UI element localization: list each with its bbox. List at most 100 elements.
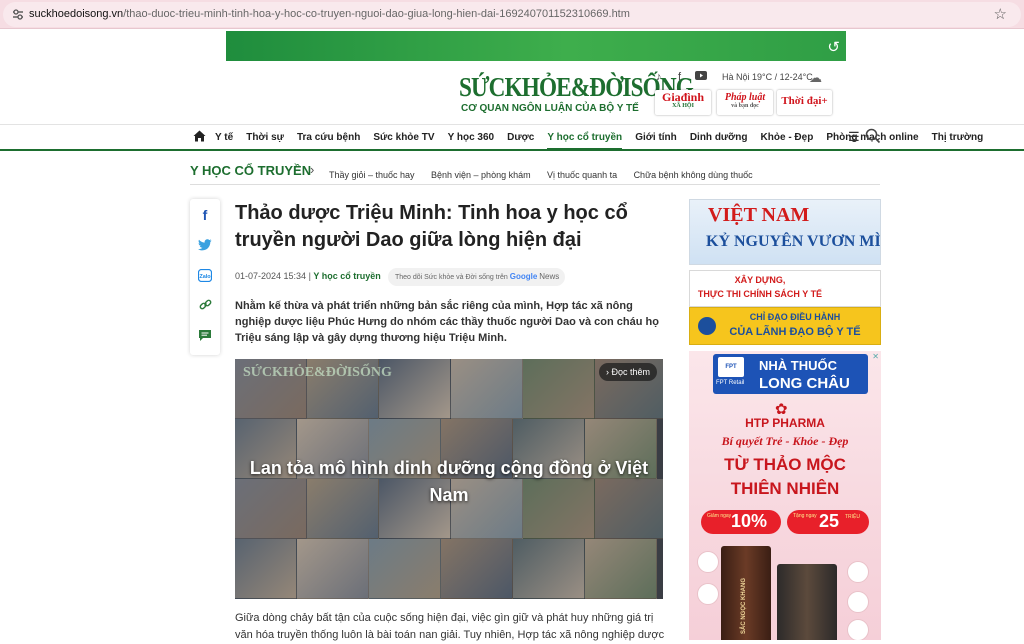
url-text[interactable]: suckhoedoisong.vn/thao-duoc-trieu-minh-t… — [29, 8, 630, 20]
address-bar[interactable]: suckhoedoisong.vn/thao-duoc-trieu-minh-t… — [3, 2, 1021, 27]
ad1-line1: VIỆT NAM — [708, 204, 810, 226]
promo2-small: Tặng ngay — [793, 513, 817, 519]
product-label: SẮC NGỌC KHANG — [741, 577, 747, 634]
nav-item-dinh-duong[interactable]: Dinh dưỡng — [690, 125, 748, 150]
promo1-big: 10% — [731, 511, 768, 531]
replay-icon[interactable]: ↺ — [827, 38, 840, 56]
url-path: /thao-duoc-trieu-minh-tinh-hoa-y-hoc-co-… — [123, 8, 630, 20]
nav-item-tra-cuu-benh[interactable]: Tra cứu bệnh — [297, 125, 360, 150]
menu-icon[interactable]: ☰ — [848, 129, 860, 145]
gnews-suffix: News — [539, 272, 560, 281]
article-body: Giữa dòng chảy bất tận của cuộc sống hiệ… — [235, 612, 665, 641]
nav-item-gioi-tinh[interactable]: Giới tính — [635, 125, 677, 150]
site-logo[interactable]: SỨCKHỎE&ĐỜISỐNG CƠ QUAN NGÔN LUẬN CỦA BỘ… — [459, 72, 694, 116]
top-banner-ad[interactable]: ↺ — [226, 31, 846, 61]
section-bar: Y HỌC CỔ TRUYỀN › Thầy giỏi – thuốc hay … — [190, 161, 880, 185]
fpt-retail-text: FPT Retail — [716, 380, 745, 386]
promo1-small: Giảm ngay — [707, 513, 732, 519]
sidebar-ad-long-chau[interactable]: ✕ FPT FPT Retail NHÀ THUỐC LONG CHÂU ✿ H… — [689, 351, 881, 640]
herb-badge-icon — [847, 591, 869, 613]
plus-icon: + — [821, 95, 828, 107]
nav-item-y-hoc-360[interactable]: Y học 360 — [448, 125, 495, 150]
subnav-benh-vien[interactable]: Bệnh viện – phòng khám — [431, 170, 531, 180]
ad3-line2: CỦA LÃNH ĐẠO BỘ Y TẾ — [729, 326, 861, 338]
herb-badge-icon — [847, 619, 869, 640]
chevron-right-icon: › — [310, 162, 315, 177]
zalo-icon[interactable]: Zalo — [190, 268, 220, 285]
ad1-line2: KỶ NGUYÊN VƯƠN MÌNH — [706, 233, 881, 250]
long-chau-line2: LONG CHÂU — [759, 375, 850, 392]
partner-3-main: Thời đại — [781, 95, 822, 107]
partner-phapluat[interactable]: Pháp luật và bạn đọc — [717, 90, 773, 115]
long-chau-line1: NHÀ THUỐC — [759, 358, 837, 373]
subnav-chua-benh[interactable]: Chữa bệnh không dùng thuốc — [634, 170, 753, 180]
twitter-icon[interactable] — [190, 239, 220, 254]
promo2-big: 25 — [819, 511, 840, 531]
partner-1-main: Giađình — [661, 90, 705, 104]
gnews-brand: Google — [509, 272, 538, 281]
ad2-line1: XÂY DỰNG, — [734, 275, 786, 285]
product-box: SẮC NGỌC KHANG — [721, 546, 771, 640]
main-nav: Y tế Thời sự Tra cứu bệnh Sức khỏe TV Y … — [0, 124, 1024, 151]
tune-icon[interactable] — [11, 8, 25, 21]
article-category[interactable]: Y học cổ truyền — [313, 271, 380, 281]
video-frame-tile — [451, 359, 523, 419]
star-icon[interactable]: ☆ — [994, 5, 1007, 23]
search-icon[interactable] — [865, 128, 881, 144]
herb-badge-icon — [847, 561, 869, 583]
ministry-emblem-icon — [698, 317, 716, 335]
partner-1-sub: XÃ HỘI — [672, 103, 694, 109]
ad-choices-icon[interactable]: ✕ — [872, 352, 879, 361]
nav-item-khoe-dep[interactable]: Khỏe - Đẹp — [761, 125, 814, 150]
video-frame-tile — [441, 539, 513, 599]
sidebar-ad-chi-dao[interactable]: CHỈ ĐẠO ĐIỀU HÀNH CỦA LÃNH ĐẠO BỘ Y TẾ — [689, 307, 881, 345]
partner-thoidai[interactable]: Thời đại+ — [777, 90, 832, 115]
herb-badge-icon — [697, 551, 719, 573]
video-frame-tile — [235, 539, 297, 599]
weather-text: Hà Nội 19°C / 12-24°C — [722, 72, 813, 82]
home-icon[interactable] — [193, 130, 206, 145]
article-meta: 01-07-2024 15:34 | Y học cổ truyền — [235, 271, 381, 281]
nav-item-thi-truong[interactable]: Thị trường — [932, 125, 984, 150]
herb-badge-icon — [697, 583, 719, 605]
htp-name: HTP PHARMA — [745, 416, 825, 430]
ad3-line1: CHỈ ĐẠO ĐIỀU HÀNH — [749, 312, 841, 322]
partner-giadinh-xahoi[interactable]: Giađình XÃ HỘI — [655, 90, 711, 115]
partner-2-sub: và bạn đọc — [731, 103, 759, 109]
browser-toolbar: suckhoedoisong.vn/thao-duoc-trieu-minh-t… — [0, 0, 1024, 29]
subnav-vi-thuoc[interactable]: Vị thuốc quanh ta — [547, 170, 617, 180]
subnav-thay-gioi[interactable]: Thầy giỏi – thuốc hay — [329, 170, 415, 180]
section-title[interactable]: Y HỌC CỔ TRUYỀN — [190, 163, 311, 178]
svg-text:Zalo: Zalo — [199, 274, 211, 280]
article-sapo: Nhằm kế thừa và phát triển những bản sắc… — [235, 300, 659, 344]
nav-item-duoc[interactable]: Dược — [507, 125, 534, 150]
facebook-icon[interactable]: f — [190, 207, 220, 223]
url-domain: suckhoedoisong.vn — [29, 8, 124, 20]
htp-headline-1: TỪ THẢO MỘC — [724, 455, 846, 474]
product-jar — [777, 564, 837, 640]
nav-item-thoi-su[interactable]: Thời sự — [246, 125, 284, 150]
sidebar-ad-chinh-sach[interactable]: XÂY DỰNG, THỰC THI CHÍNH SÁCH Y TẾ — [689, 270, 881, 307]
nav-item-suc-khoe-tv[interactable]: Sức khỏe TV — [373, 125, 434, 150]
comment-icon[interactable] — [190, 329, 220, 345]
video-watermark: SỨCKHỎE&ĐỜISỐNG — [243, 365, 392, 380]
google-news-follow[interactable]: Theo dõi Sức khỏe và Đời sống trên Googl… — [388, 268, 565, 286]
nav-item-y-hoc-co-truyen[interactable]: Y học cổ truyền — [547, 125, 623, 150]
read-more-button[interactable]: › Đọc thêm — [598, 363, 657, 381]
video-frame-tile — [585, 539, 657, 599]
video-frame-tile — [369, 539, 441, 599]
nav-item-y-te[interactable]: Y tế — [215, 125, 233, 150]
sidebar-ad-viet-nam[interactable]: VIỆT NAM KỶ NGUYÊN VƯƠN MÌNH — [689, 199, 881, 265]
gnews-prefix: Theo dõi Sức khỏe và Đời sống trên — [395, 274, 508, 281]
article-datetime: 01-07-2024 15:34 — [235, 271, 307, 281]
video-frame-tile — [513, 539, 585, 599]
promo2-unit: TRIỆU — [845, 514, 860, 520]
logo-subtitle: CƠ QUAN NGÔN LUẬN CỦA BỘ Y TẾ — [461, 103, 639, 114]
link-icon[interactable] — [190, 298, 220, 314]
youtube-icon[interactable] — [695, 71, 707, 83]
video-player[interactable]: SỨCKHỎE&ĐỜISỐNG › Đọc thêm Lan tỏa mô hì… — [235, 359, 663, 599]
tiktok-icon[interactable]: ♪ — [656, 71, 662, 83]
video-frame-tile — [297, 539, 369, 599]
article-title: Thảo dược Triệu Minh: Tinh hoa y học cổ … — [235, 202, 628, 251]
facebook-icon[interactable]: f — [678, 71, 681, 83]
